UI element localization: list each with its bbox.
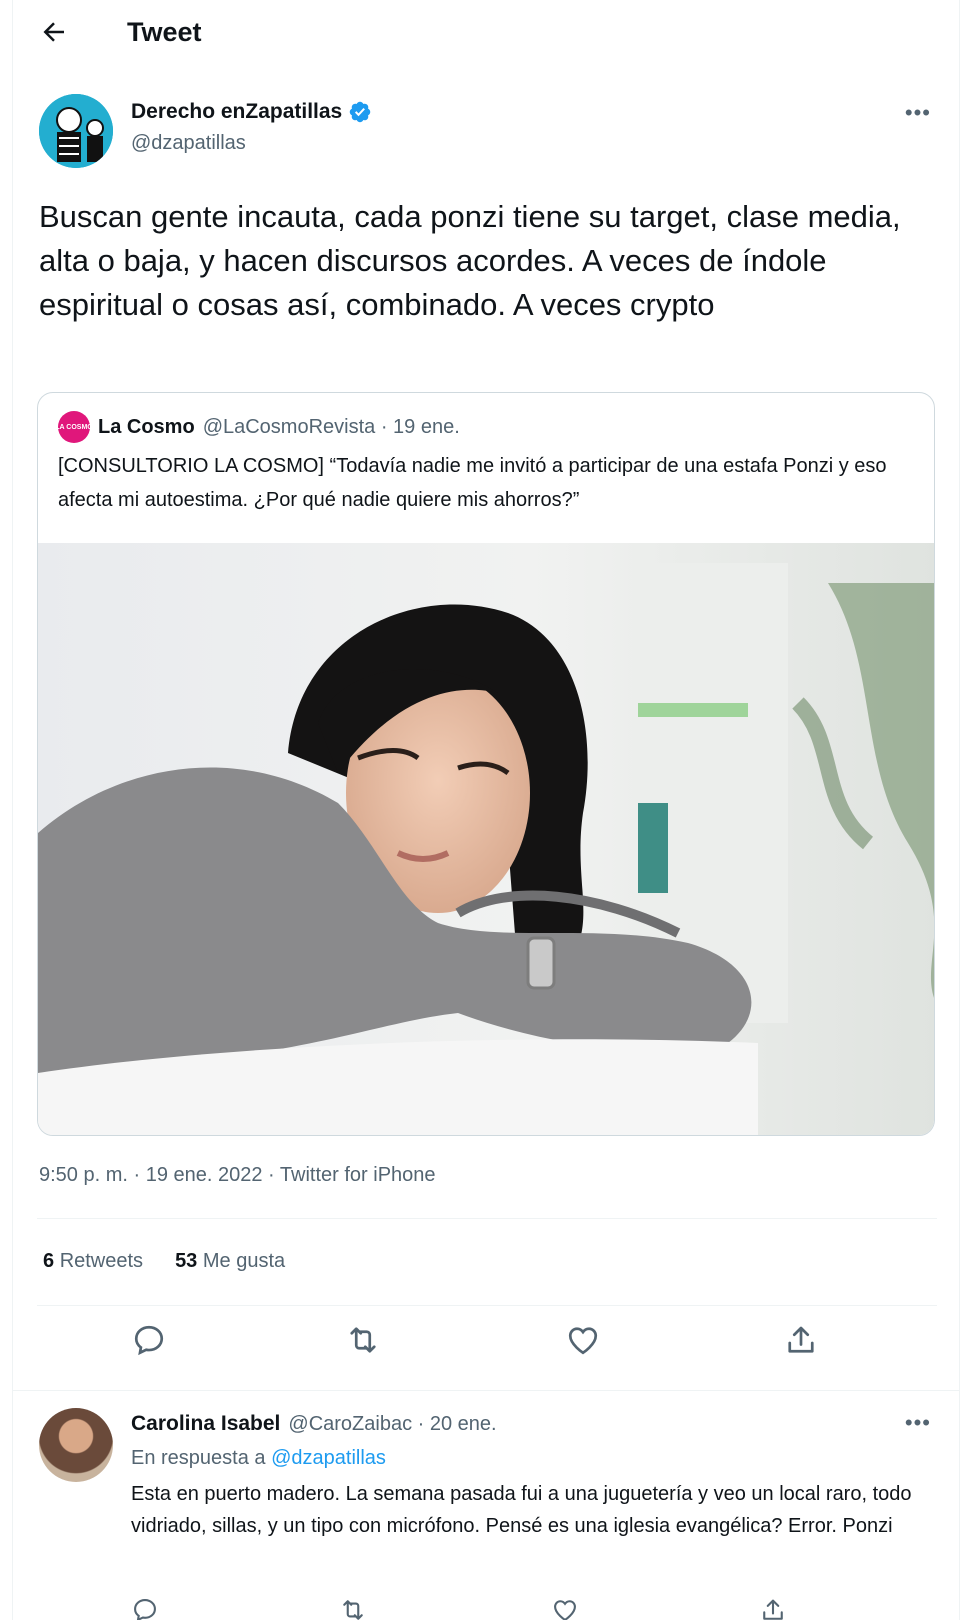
tweet-page: Tweet Derecho enZapatillas @dzapatillas …: [12, 0, 960, 1620]
reply-author-meta[interactable]: @CaroZaibac · 20 ene.: [288, 1413, 496, 1436]
replying-to-handle-link[interactable]: @dzapatillas: [271, 1447, 386, 1469]
verified-badge-icon: [350, 101, 371, 123]
tweet-timestamp: 9:50 p. m. · 19 ene. 2022 · Twitter for …: [39, 1164, 436, 1186]
reply-icon[interactable]: [131, 1322, 167, 1358]
page-header: Tweet: [13, 0, 959, 66]
likes-stat[interactable]: 53 Me gusta: [175, 1250, 285, 1273]
reply-text: Esta en puerto madero. La semana pasada …: [131, 1483, 912, 1537]
author-name-row[interactable]: Derecho enZapatillas: [131, 100, 372, 124]
page-title: Tweet: [127, 17, 202, 47]
like-icon[interactable]: [551, 1596, 579, 1620]
quoted-avatar: LA COSMO: [55, 411, 93, 443]
divider: [37, 1218, 937, 1219]
replying-to: En respuesta a @dzapatillas: [131, 1447, 386, 1469]
share-icon[interactable]: [783, 1322, 819, 1358]
reply-header: Carolina Isabel @CaroZaibac · 20 ene.: [131, 1412, 497, 1436]
tweet-actions: [13, 1322, 959, 1372]
reply-icon[interactable]: [131, 1596, 159, 1620]
more-options-icon[interactable]: •••: [905, 100, 931, 126]
retweet-icon[interactable]: [339, 1596, 367, 1620]
tweet-text: Buscan gente incauta, cada ponzi tiene s…: [39, 199, 901, 322]
divider: [37, 1305, 937, 1306]
quoted-tweet-text: [CONSULTORIO LA COSMO] “Todavía nadie me…: [58, 455, 887, 511]
author-handle[interactable]: @dzapatillas: [131, 132, 246, 155]
reply-more-options-icon[interactable]: •••: [905, 1410, 931, 1436]
share-icon[interactable]: [759, 1596, 787, 1620]
author-name[interactable]: Derecho enZapatillas: [131, 100, 342, 124]
author-avatar[interactable]: [39, 94, 113, 168]
reply-actions: [13, 1596, 959, 1620]
quoted-tweet-header: LA COSMO La Cosmo @LaCosmoRevista · 19 e…: [55, 411, 460, 443]
reply-author-avatar[interactable]: [39, 1408, 113, 1482]
retweets-stat[interactable]: 6 Retweets: [43, 1250, 143, 1273]
quoted-tweet[interactable]: LA COSMO La Cosmo @LaCosmoRevista · 19 e…: [37, 392, 935, 1136]
quoted-author-meta: @LaCosmoRevista · 19 ene.: [202, 415, 460, 438]
tweet-stats: 6 Retweets 53 Me gusta: [43, 1250, 285, 1273]
like-icon[interactable]: [565, 1322, 601, 1358]
retweet-icon[interactable]: [345, 1322, 381, 1358]
quoted-author-name: La Cosmo: [98, 415, 195, 438]
arrow-left-icon[interactable]: [39, 17, 69, 47]
quoted-photo[interactable]: [38, 543, 935, 1136]
section-divider: [13, 1390, 959, 1391]
reply-author-name[interactable]: Carolina Isabel: [131, 1412, 280, 1436]
